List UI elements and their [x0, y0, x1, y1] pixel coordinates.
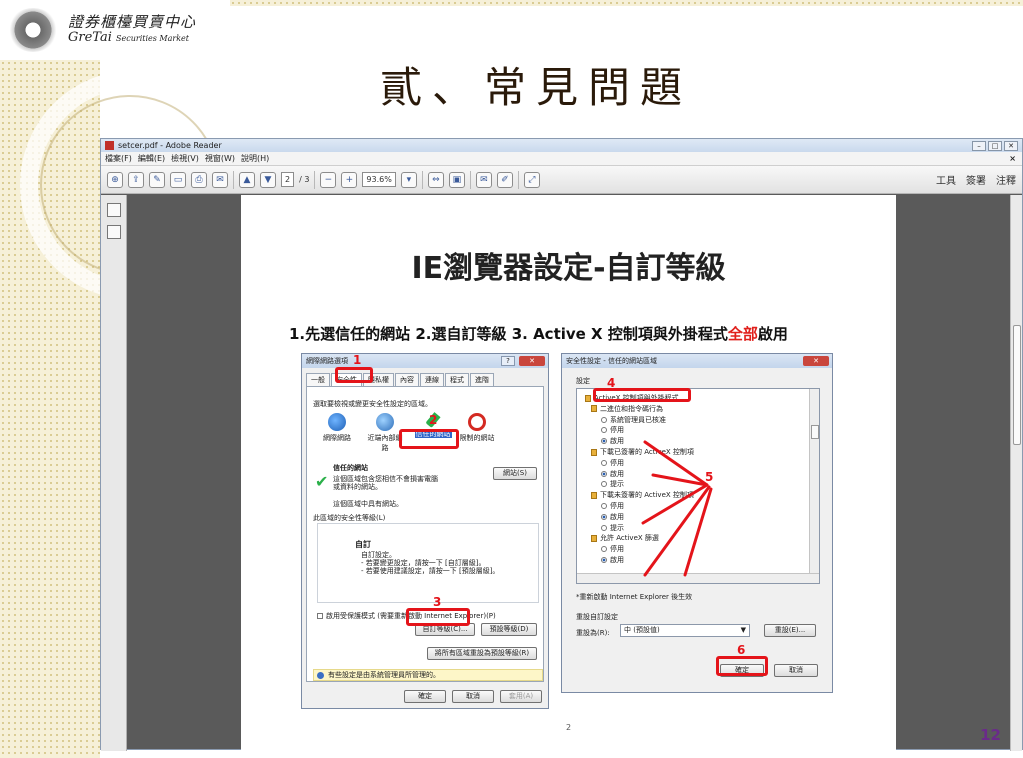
page-down-icon[interactable]: ▼	[260, 171, 276, 188]
gretai-logo: 證券櫃檯買賣中心 GreTai Securities Market	[0, 0, 230, 60]
navigation-panel	[101, 195, 127, 751]
scrollbar-thumb[interactable]	[1013, 325, 1021, 445]
attachments-icon[interactable]	[106, 225, 121, 239]
print-icon[interactable]: ⎙	[191, 171, 207, 188]
save-icon[interactable]: ▭	[170, 171, 186, 188]
reader-menubar: 檔案(F) 編輯(E) 檢視(V) 視窗(W) 說明(H) ×	[101, 152, 1022, 166]
zoom-dropdown-icon[interactable]: ▾	[400, 171, 417, 188]
comment-icon[interactable]: ✉	[475, 171, 492, 188]
reader-titlebar: setcer.pdf - Adobe Reader – □ ✕	[101, 139, 1022, 152]
reader-toolbar: ⊕ ⇪ ✎ ▭ ⎙ ✉ ▲ ▼ 2 / 3 − + 93.6% ▾ ⇔ ▣ ✉ …	[101, 166, 1022, 194]
full-screen-icon[interactable]: ⤢	[523, 171, 540, 188]
adobe-reader-window: setcer.pdf - Adobe Reader – □ ✕ 檔案(F) 編輯…	[100, 138, 1023, 751]
fit-width-icon[interactable]: ⇔	[427, 171, 444, 188]
zoom-in-icon[interactable]: +	[341, 171, 358, 188]
email-icon[interactable]: ✉	[212, 171, 228, 188]
edit-icon[interactable]: ✎	[149, 171, 165, 188]
annotation-arrows	[641, 440, 713, 577]
pages-thumbnail-icon[interactable]	[106, 203, 121, 217]
menu-window[interactable]: 視窗(W)	[205, 153, 235, 164]
zoom-out-icon[interactable]: −	[320, 171, 337, 188]
page-up-icon[interactable]: ▲	[239, 171, 255, 188]
page-number-input[interactable]: 2	[281, 172, 295, 187]
tools-pane-button[interactable]: 工具	[936, 172, 956, 187]
menu-file[interactable]: 檔案(F)	[105, 153, 132, 164]
vertical-scrollbar[interactable]	[1010, 195, 1022, 751]
page-total: / 3	[299, 175, 310, 184]
slide-number: 12	[980, 726, 1001, 744]
highlight-icon[interactable]: ✐	[496, 171, 513, 188]
close-document-icon[interactable]: ×	[1009, 154, 1022, 163]
fit-page-icon[interactable]: ▣	[448, 171, 465, 188]
menu-help[interactable]: 說明(H)	[241, 153, 269, 164]
minimize-icon[interactable]: –	[972, 140, 986, 151]
page-number: 2	[565, 723, 572, 732]
create-pdf-icon[interactable]: ⊕	[107, 171, 123, 188]
zoom-level-input[interactable]: 93.6%	[362, 172, 396, 187]
menu-edit[interactable]: 編輯(E)	[138, 153, 165, 164]
share-icon[interactable]: ⇪	[128, 171, 144, 188]
logo-mark-icon	[8, 8, 58, 52]
slide-title: 貳、常見問題	[380, 63, 693, 112]
reader-title: setcer.pdf - Adobe Reader	[118, 141, 222, 150]
decorative-top-strip	[230, 0, 1023, 6]
comment-pane-button[interactable]: 注釋	[996, 172, 1016, 187]
sign-pane-button[interactable]: 簽署	[966, 172, 986, 187]
logo-chinese-name: 證券櫃檯買賣中心	[68, 12, 197, 31]
pdf-icon	[105, 141, 114, 150]
logo-english-name: GreTai Securities Market	[68, 30, 189, 46]
maximize-icon[interactable]: □	[988, 140, 1002, 151]
pdf-page: IE瀏覽器設定-自訂等級 1.先選信任的網站 2.選自訂等級 3. Active…	[241, 195, 896, 751]
menu-view[interactable]: 檢視(V)	[171, 153, 199, 164]
close-icon[interactable]: ✕	[1004, 140, 1018, 151]
